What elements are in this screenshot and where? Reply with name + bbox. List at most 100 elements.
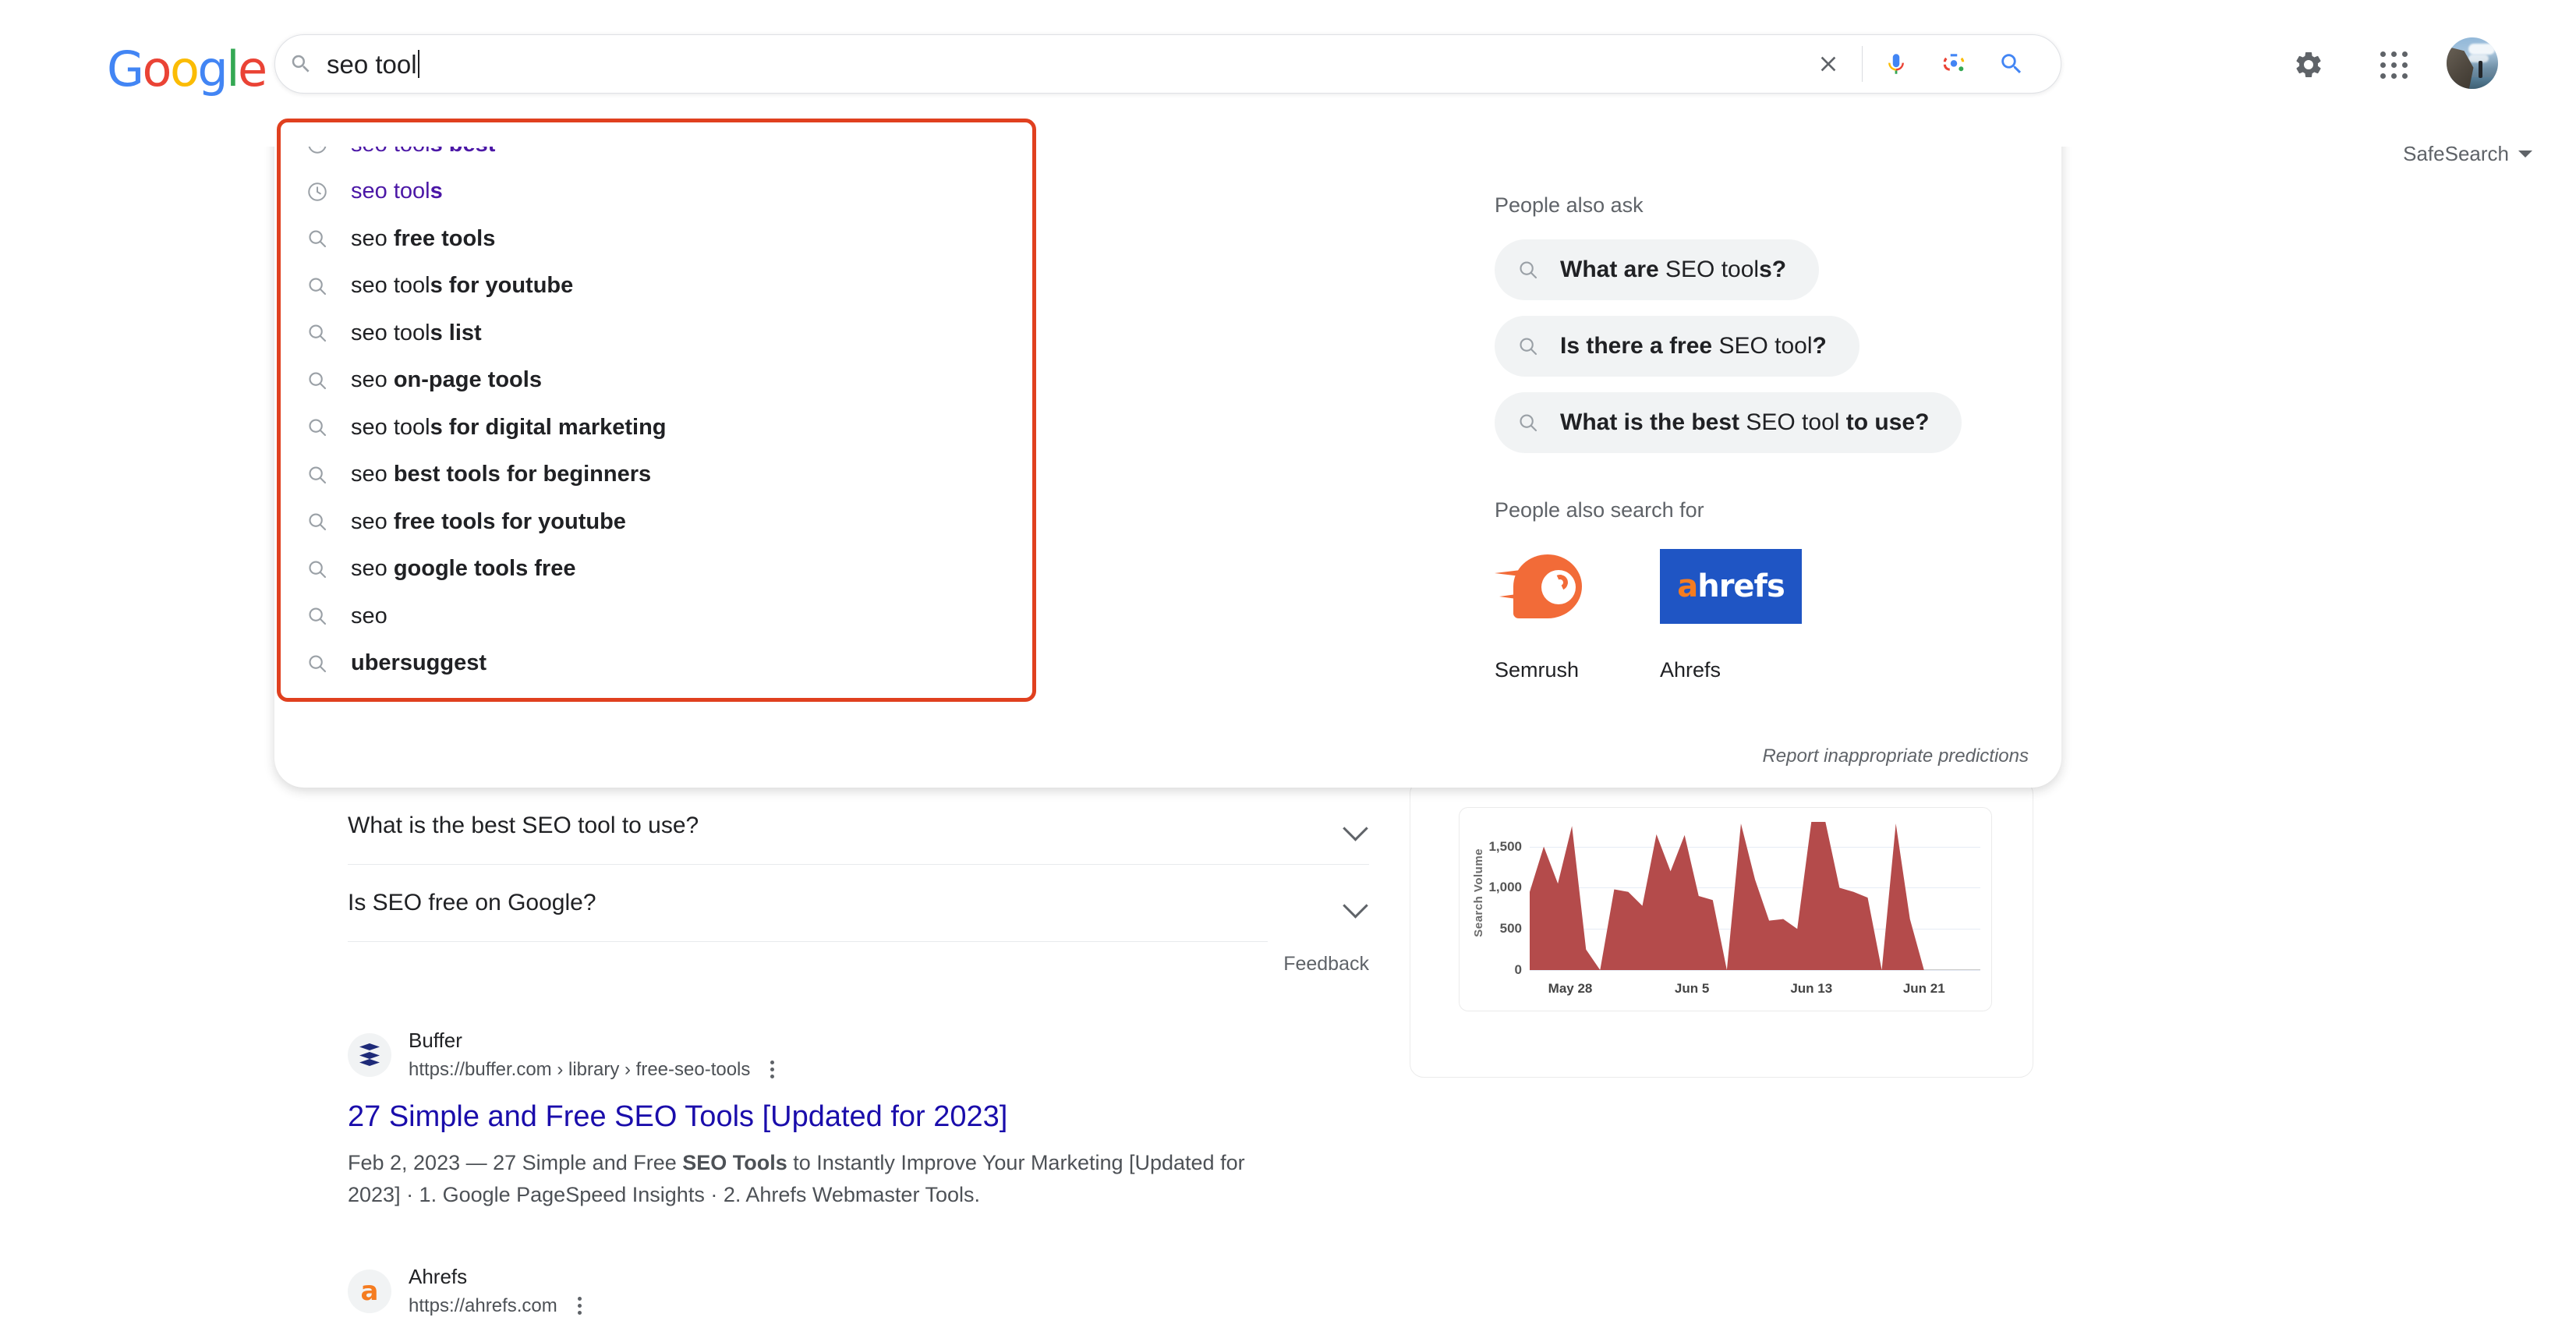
suggestion-item-7[interactable]: seo best tools for beginners (282, 451, 1046, 499)
apps-grid-icon[interactable] (2369, 41, 2418, 89)
pasf-label: Ahrefs (1660, 658, 1721, 682)
result-site-name: Ahrefs (409, 1265, 468, 1289)
suggestion-list: seo tools bestseo toolsseo free toolsseo… (282, 121, 1046, 687)
accordion-row[interactable]: What is the best SEO tool to use? (348, 788, 1369, 864)
suggestion-item-2[interactable]: seo free tools (282, 215, 1046, 263)
page-header: Google seo tool SafeSearch (0, 0, 2576, 165)
lens-search-icon[interactable] (1925, 35, 1983, 93)
chart-x-tick-label: Jun 13 (1790, 981, 1833, 996)
snippet-pre: Feb 2, 2023 — 27 Simple and Free (348, 1150, 683, 1174)
accordion-question: What is the best SEO tool to use? (348, 813, 699, 838)
feedback-link[interactable]: Feedback (348, 953, 1369, 976)
divider (348, 941, 1268, 942)
result-header: Buffer https://buffer.com › library › fr… (348, 1029, 1369, 1082)
suggestion-item-3[interactable]: seo tools for youtube (282, 263, 1046, 310)
people-also-ask-item-1[interactable]: Is there a free SEO tool? (1495, 316, 1859, 377)
result-site-name: Buffer (409, 1029, 462, 1052)
divider (1862, 46, 1863, 82)
people-also-ask-text: What is the best SEO tool to use? (1560, 409, 1930, 435)
chart-y-tick-label: 1,500 (1488, 838, 1522, 854)
safesearch-dropdown[interactable]: SafeSearch (2403, 142, 2532, 166)
suggestion-item-6[interactable]: seo tools for digital marketing (282, 404, 1046, 451)
chart-y-axis-label: Search Volume (1472, 848, 1485, 937)
suggestion-item-10[interactable]: seo (282, 593, 1046, 640)
search-results-column: What is the best SEO tool to use? Is SEO… (348, 788, 1369, 1335)
pasf-label: Semrush (1495, 658, 1580, 682)
chart-y-tick-label: 0 (1514, 962, 1522, 977)
google-logo-letter-3: g (197, 41, 228, 97)
suggestion-text: seo best tools for beginners (351, 462, 652, 487)
result-options-kebab-icon[interactable] (767, 1057, 777, 1082)
chart-area-series (1530, 822, 1980, 970)
chevron-down-icon[interactable] (1343, 813, 1369, 839)
result-title-link[interactable]: 27 Simple and Free SEO Tools [Updated fo… (348, 1099, 1369, 1136)
pasf-item-ahrefs[interactable]: ahrefs Ahrefs (1660, 543, 1802, 682)
people-also-ask-text: Is there a free SEO tool? (1560, 333, 1827, 359)
people-also-ask-item-0[interactable]: What are SEO tools? (1495, 239, 1820, 300)
submit-search-icon[interactable] (1983, 35, 2040, 93)
people-also-search-row: Semrush ahrefs Ahrefs (1495, 543, 2040, 682)
clear-search-icon[interactable] (1799, 35, 1857, 93)
people-also-search-title: People also search for (1495, 498, 1704, 522)
text-caret (417, 50, 419, 78)
pasf-item-semrush[interactable]: Semrush (1495, 543, 1637, 682)
suggestion-panel-right-column: People also ask What are SEO tools? Is th… (1495, 193, 2040, 682)
ahrefs-a-icon: a (348, 1269, 391, 1314)
suggestion-item-1[interactable]: seo tools (282, 168, 1046, 216)
accordion-item[interactable]: What is the best SEO tool to use? (348, 788, 1369, 865)
search-result: Buffer https://buffer.com › library › fr… (348, 1029, 1369, 1212)
accordion-item[interactable]: Is SEO free on Google? Feedback (348, 865, 1369, 976)
chevron-down-icon (2518, 150, 2532, 158)
buffer-layers-icon (348, 1033, 391, 1077)
ahrefs-wordmark-rest: hrefs (1697, 568, 1785, 604)
chart-x-tick-label: May 28 (1548, 981, 1593, 996)
people-also-ask-item-2[interactable]: What is the best SEO tool to use? (1495, 392, 1962, 453)
people-also-ask-text: What are SEO tools? (1560, 257, 1787, 282)
suggestion-text: seo (351, 603, 387, 629)
search-icon (275, 52, 327, 76)
search-icon (306, 463, 351, 487)
gear-icon[interactable] (2284, 41, 2333, 89)
suggestion-item-9[interactable]: seo google tools free (282, 546, 1046, 593)
accordion-question: Is SEO free on Google? (348, 890, 596, 915)
suggestion-text: seo tools for digital marketing (351, 414, 667, 440)
google-logo-letter-2: o (169, 41, 200, 97)
search-volume-chart: Search Volume 0 500 1,000 1,500 May 28 Jun 5 J… (1459, 807, 1992, 1011)
people-also-ask-list: What are SEO tools? Is there a free SEO t… (1495, 239, 2040, 469)
suggestion-text: seo tools list (351, 320, 482, 345)
google-logo-letter-0: G (107, 41, 144, 97)
search-icon (306, 227, 351, 250)
result-snippet: Feb 2, 2023 — 27 Simple and Free SEO Too… (348, 1147, 1268, 1213)
search-icon (306, 558, 351, 581)
ahrefs-wordmark-logo: ahrefs (1660, 543, 1802, 630)
suggestion-text: seo free tools for youtube (351, 508, 626, 534)
search-input[interactable]: seo tool (327, 35, 1799, 93)
suggestion-text: seo on-page tools (351, 367, 542, 393)
suggestion-text: seo tools (351, 179, 443, 204)
voice-search-icon[interactable] (1867, 35, 1925, 93)
accordion-row[interactable]: Is SEO free on Google? (348, 865, 1369, 941)
history-clock-icon (306, 180, 351, 204)
chart-x-tick-label: Jun 5 (1674, 981, 1710, 996)
google-logo-letter-1: o (142, 41, 172, 97)
google-logo[interactable]: Google (107, 45, 267, 94)
suggestion-item-5[interactable]: seo on-page tools (282, 357, 1046, 405)
suggestion-item-11[interactable]: ubersuggest (282, 640, 1046, 688)
suggestion-item-4[interactable]: seo tools list (282, 310, 1046, 357)
snippet-bold: SEO Tools (682, 1150, 787, 1174)
chevron-down-icon[interactable] (1343, 890, 1369, 916)
result-options-kebab-icon[interactable] (575, 1294, 585, 1318)
result-url: https://ahrefs.com (409, 1294, 557, 1316)
search-icon (306, 321, 351, 345)
search-box[interactable]: seo tool (274, 34, 2061, 94)
search-input-value: seo tool (327, 49, 417, 79)
google-logo-letter-5: e (238, 41, 267, 97)
chart-y-tick-label: 1,000 (1488, 880, 1522, 895)
google-logo-letter-4: l (226, 41, 239, 97)
report-predictions-link[interactable]: Report inappropriate predictions (1762, 745, 2029, 767)
avatar[interactable] (2447, 37, 2498, 89)
semrush-comet-logo (1495, 543, 1637, 630)
chart-gridline (1530, 970, 1980, 971)
suggestion-item-8[interactable]: seo free tools for youtube (282, 498, 1046, 546)
search-suggestions-panel: seo tools bestseo toolsseo free toolsseo… (274, 62, 2061, 788)
